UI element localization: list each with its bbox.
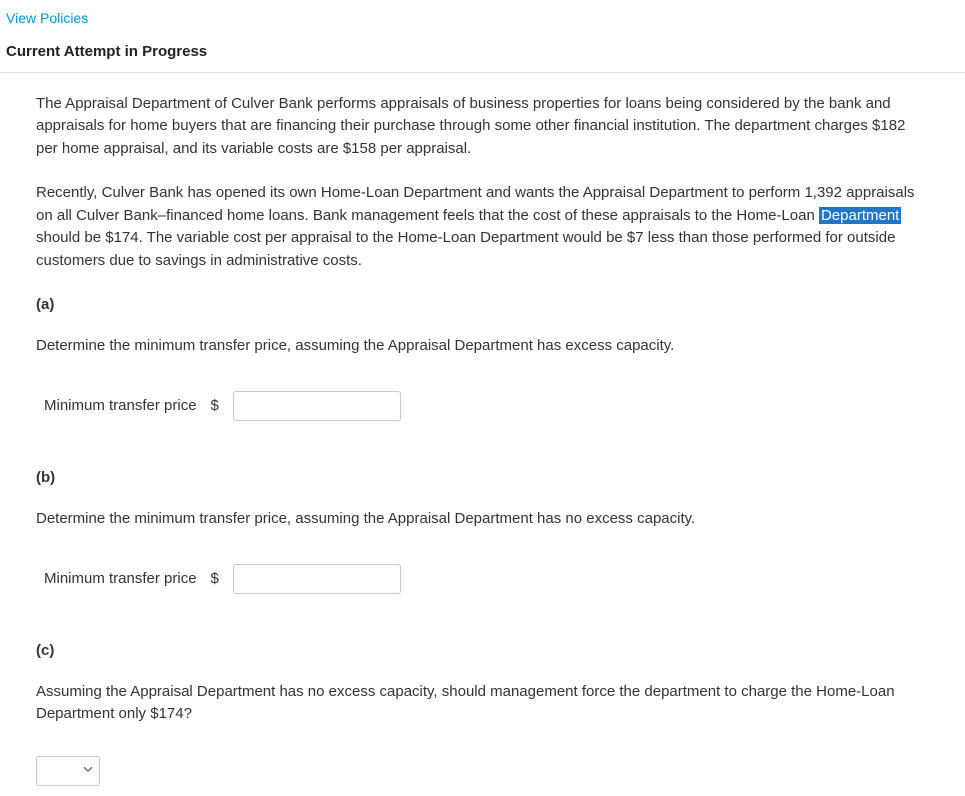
part-a-field-label: Minimum transfer price — [44, 395, 197, 418]
problem-paragraph-2: Recently, Culver Bank has opened its own… — [36, 182, 929, 272]
part-a-prompt: Determine the minimum transfer price, as… — [36, 335, 929, 358]
part-c-prompt: Assuming the Appraisal Department has no… — [36, 681, 929, 726]
part-b-input[interactable] — [233, 564, 401, 594]
part-b-field-label: Minimum transfer price — [44, 568, 197, 591]
part-a-label: (a) — [36, 294, 929, 317]
part-a-field-row: Minimum transfer price $ — [36, 391, 929, 421]
question-body: The Appraisal Department of Culver Bank … — [0, 73, 965, 796]
part-b-field-row: Minimum transfer price $ — [36, 564, 929, 594]
part-c-select-wrap — [36, 756, 100, 786]
currency-symbol: $ — [211, 568, 219, 591]
currency-symbol: $ — [211, 395, 219, 418]
view-policies-link[interactable]: View Policies — [0, 0, 965, 35]
part-b-label: (b) — [36, 467, 929, 490]
para2-before: Recently, Culver Bank has opened its own… — [36, 184, 915, 224]
part-c-select[interactable] — [36, 756, 100, 786]
part-a-input[interactable] — [233, 391, 401, 421]
part-c-label: (c) — [36, 640, 929, 663]
attempt-heading: Current Attempt in Progress — [0, 35, 965, 73]
highlighted-word: Department — [819, 207, 901, 224]
part-b-prompt: Determine the minimum transfer price, as… — [36, 508, 929, 531]
problem-paragraph-1: The Appraisal Department of Culver Bank … — [36, 93, 929, 161]
para2-after: should be $174. The variable cost per ap… — [36, 229, 895, 269]
